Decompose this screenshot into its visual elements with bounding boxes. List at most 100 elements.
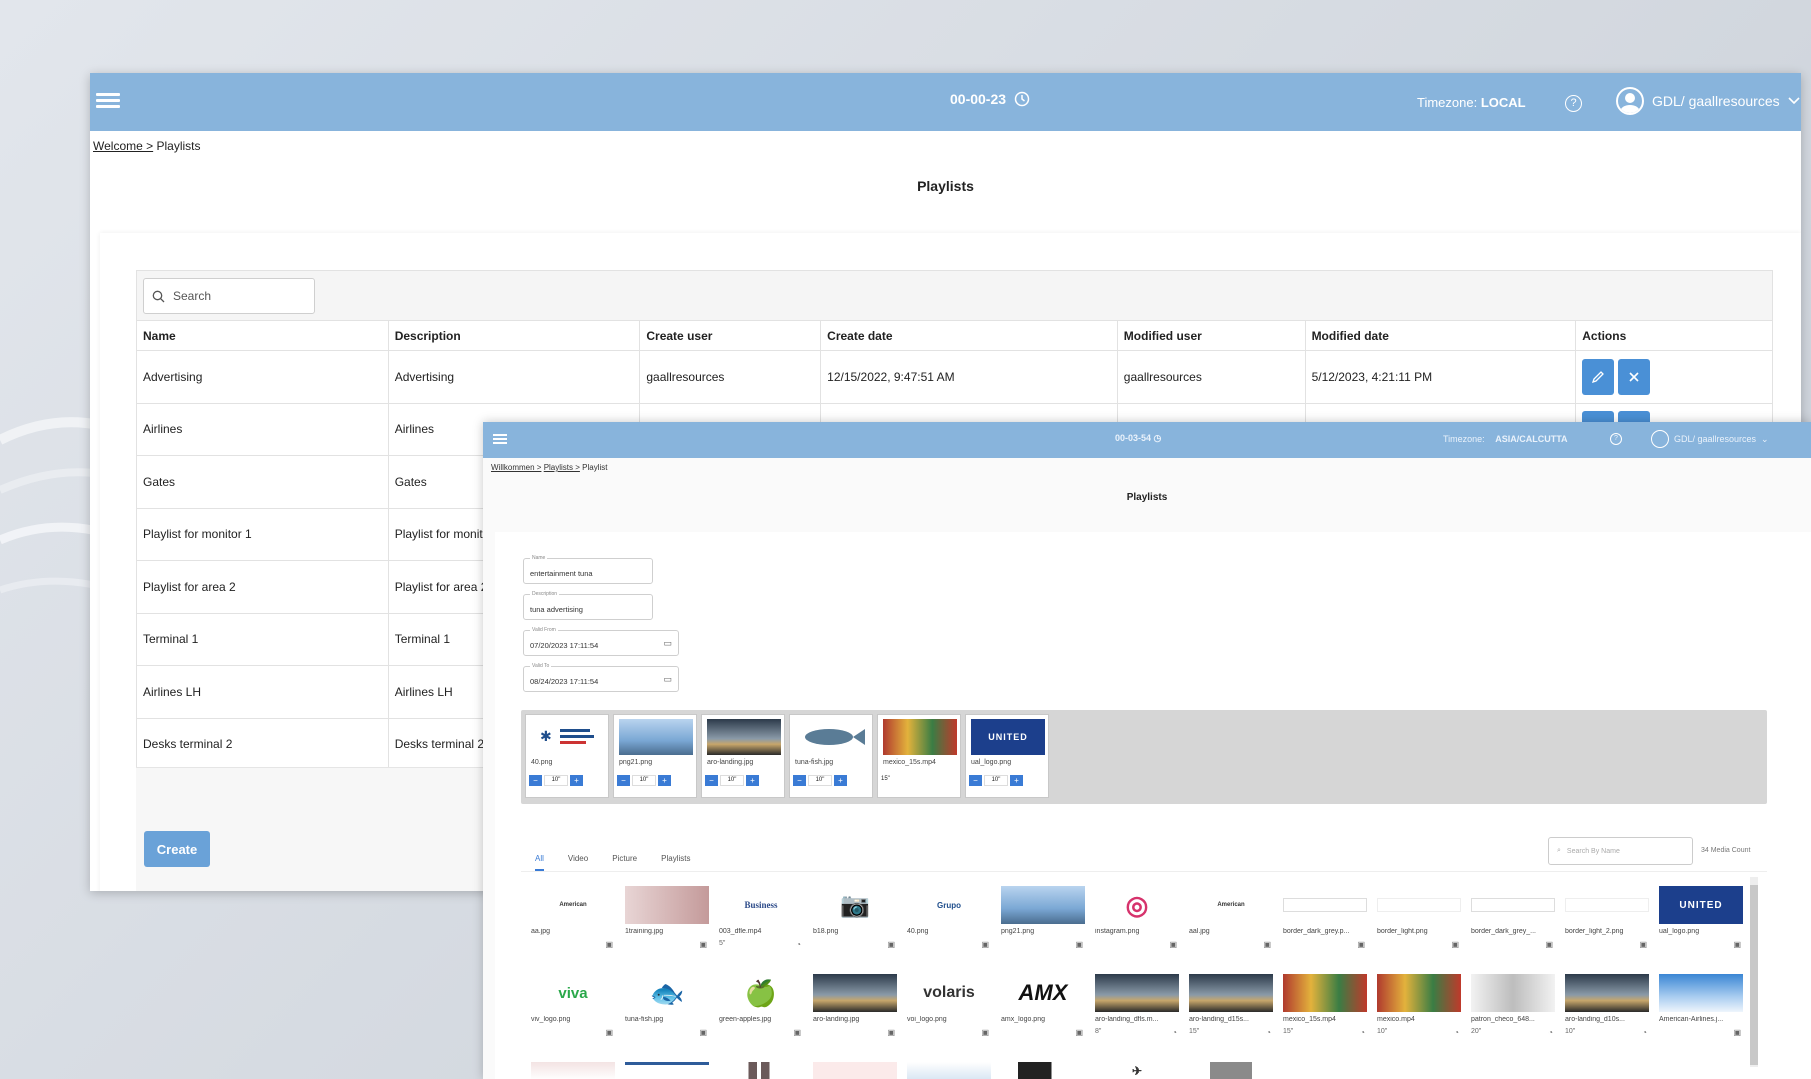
selected-media-item[interactable]: ✱ 40.png −10" +	[525, 714, 609, 798]
tab-picture[interactable]: Picture	[612, 854, 637, 871]
breadcrumb-welcome[interactable]: Welcome >	[93, 139, 153, 153]
media-tile[interactable]	[531, 1058, 615, 1079]
minus-icon[interactable]: −	[617, 775, 630, 786]
media-tile[interactable]: png21.png ▣	[1001, 882, 1085, 964]
media-tile[interactable]: mexico_15s.mp4 15" ◔	[1283, 970, 1367, 1052]
search-input[interactable]: Search	[143, 278, 315, 314]
plus-icon[interactable]: +	[658, 775, 671, 786]
media-thumbnail: 🐟	[649, 977, 685, 1009]
media-tile[interactable]: 📷 b18.png ▣	[813, 882, 897, 964]
calendar-icon[interactable]: ▭	[663, 638, 672, 649]
media-name: b18.png	[813, 928, 839, 935]
media-tile[interactable]: border_light.png ▣	[1377, 882, 1461, 964]
breadcrumb-playlists[interactable]: Playlists >	[544, 463, 580, 472]
minus-icon[interactable]: −	[793, 775, 806, 786]
hamburger-icon[interactable]	[493, 432, 507, 446]
user-icon	[1651, 430, 1669, 448]
table-row[interactable]: Advertising Advertising gaallresources 1…	[137, 351, 1772, 404]
plus-icon[interactable]: +	[1010, 775, 1023, 786]
calendar-icon[interactable]: ▭	[663, 674, 672, 685]
col-create-date[interactable]: Create date	[821, 321, 1118, 350]
media-tile[interactable]	[1189, 1058, 1273, 1079]
timezone[interactable]: Timezone: LOCAL	[1417, 95, 1526, 110]
help-icon[interactable]: ?	[1565, 95, 1582, 112]
media-tile[interactable]: volaris voi_logo.png ▣	[907, 970, 991, 1052]
media-tile[interactable]: American-Airlines.j... ▣	[1659, 970, 1743, 1052]
selected-media-item[interactable]: UNITED ual_logo.png −10" +	[965, 714, 1049, 798]
help-icon[interactable]: ?	[1610, 433, 1622, 445]
col-modified-date[interactable]: Modified date	[1306, 321, 1577, 350]
minus-icon[interactable]: −	[969, 775, 982, 786]
media-tile[interactable]: 🍏 green-apples.jpg ▣	[719, 970, 803, 1052]
selected-media-item[interactable]: png21.png −10" +	[613, 714, 697, 798]
media-tile[interactable]: ✈	[1095, 1058, 1179, 1078]
delete-button[interactable]	[1618, 358, 1651, 395]
duration-value[interactable]: 10"	[984, 775, 1008, 786]
media-scrollbar[interactable]	[1750, 877, 1758, 1067]
col-name[interactable]: Name	[137, 321, 389, 350]
camera-icon: 📷	[840, 891, 870, 919]
media-search-input[interactable]: ⌕ Search By Name	[1548, 837, 1693, 865]
media-tile[interactable]: mexico.mp4 10" ◔	[1377, 970, 1461, 1052]
plus-icon[interactable]: +	[746, 775, 759, 786]
hamburger-icon[interactable]	[96, 90, 120, 112]
duration-stepper[interactable]: −10" +	[969, 775, 1023, 786]
selected-media-item[interactable]: tuna-fish.jpg −10" +	[789, 714, 873, 798]
create-button[interactable]: Create	[144, 831, 210, 867]
tab-playlists[interactable]: Playlists	[661, 854, 690, 871]
media-tile[interactable]	[719, 1058, 803, 1079]
col-description[interactable]: Description	[389, 321, 641, 350]
media-tile[interactable]	[813, 1058, 897, 1079]
media-tile[interactable]	[625, 1058, 709, 1078]
media-tile[interactable]: border_dark_grey_... ▣	[1471, 882, 1555, 964]
name-field[interactable]: Name entertainment tuna	[523, 555, 653, 584]
tab-all[interactable]: All	[535, 854, 544, 871]
media-tile[interactable]: 🐟 tuna-fish.jpg ▣	[625, 970, 709, 1052]
media-tile[interactable]: border_light_2.png ▣	[1565, 882, 1649, 964]
duration-value[interactable]: 10"	[720, 775, 744, 786]
media-tile[interactable]: AMX amx_logo.png ▣	[1001, 970, 1085, 1052]
media-tile[interactable]: aro-landing.jpg ▣	[813, 970, 897, 1052]
media-tile[interactable]: UNITED ual_logo.png ▣	[1659, 882, 1743, 964]
media-tile[interactable]: aro-landing_d10s... 10" ◔	[1565, 970, 1649, 1052]
description-field[interactable]: Description tuna advertising	[523, 591, 653, 620]
media-name: border_light_2.png	[1565, 928, 1624, 935]
media-tile[interactable]: patron_checo_648... 20" ◔	[1471, 970, 1555, 1052]
duration-value[interactable]: 10"	[808, 775, 832, 786]
media-tile[interactable]: aro-landing_d15s... 15" ◔	[1189, 970, 1273, 1052]
duration-stepper[interactable]: −10" +	[617, 775, 671, 786]
minus-icon[interactable]: −	[529, 775, 542, 786]
duration-value[interactable]: 10"	[544, 775, 568, 786]
media-tile[interactable]	[907, 1058, 991, 1079]
timezone[interactable]: Timezone: ASIA/CALCUTTA	[1443, 434, 1568, 444]
valid-to-field[interactable]: Valid To 08/24/2023 17:11:54 ▭	[523, 663, 679, 692]
media-tile[interactable]: 1training.jpg ▣	[625, 882, 709, 964]
col-modified-user[interactable]: Modified user	[1118, 321, 1306, 350]
user-menu[interactable]: GDL/ gaallresources	[1616, 87, 1800, 115]
selected-media-item[interactable]: aro-landing.jpg −10" +	[701, 714, 785, 798]
media-tile[interactable]: border_dark_grey.p... ▣	[1283, 882, 1367, 964]
media-tile[interactable]: aro-landing_dfls.m... 8" ◔	[1095, 970, 1179, 1052]
breadcrumb: Welcome > Playlists	[93, 139, 201, 153]
col-create-user[interactable]: Create user	[640, 321, 822, 350]
duration-stepper[interactable]: −10" +	[529, 775, 583, 786]
duration-value[interactable]: 10"	[632, 775, 656, 786]
duration-stepper[interactable]: −10" +	[793, 775, 847, 786]
user-menu[interactable]: GDL/ gaallresources ⌄	[1651, 430, 1769, 448]
plus-icon[interactable]: +	[570, 775, 583, 786]
media-tile[interactable]: ◎ instagram.png ▣	[1095, 882, 1179, 964]
media-tile[interactable]: Business 003_dfle.mp4 5" ◔	[719, 882, 803, 964]
valid-from-field[interactable]: Valid From 07/20/2023 17:11:54 ▭	[523, 627, 679, 656]
selected-media-item[interactable]: mexico_15s.mp4 15"	[877, 714, 961, 798]
media-tile[interactable]: American aa.jpg ▣	[531, 882, 615, 964]
media-tile[interactable]	[1001, 1058, 1085, 1079]
media-tile[interactable]: Grupo 40.png ▣	[907, 882, 991, 964]
media-tile[interactable]: viva viv_logo.png ▣	[531, 970, 615, 1052]
edit-button[interactable]	[1582, 358, 1615, 395]
minus-icon[interactable]: −	[705, 775, 718, 786]
plus-icon[interactable]: +	[834, 775, 847, 786]
breadcrumb-welcome[interactable]: Willkommen >	[491, 463, 541, 472]
media-tile[interactable]: American aal.jpg ▣	[1189, 882, 1273, 964]
tab-video[interactable]: Video	[568, 854, 588, 871]
duration-stepper[interactable]: −10" +	[705, 775, 759, 786]
